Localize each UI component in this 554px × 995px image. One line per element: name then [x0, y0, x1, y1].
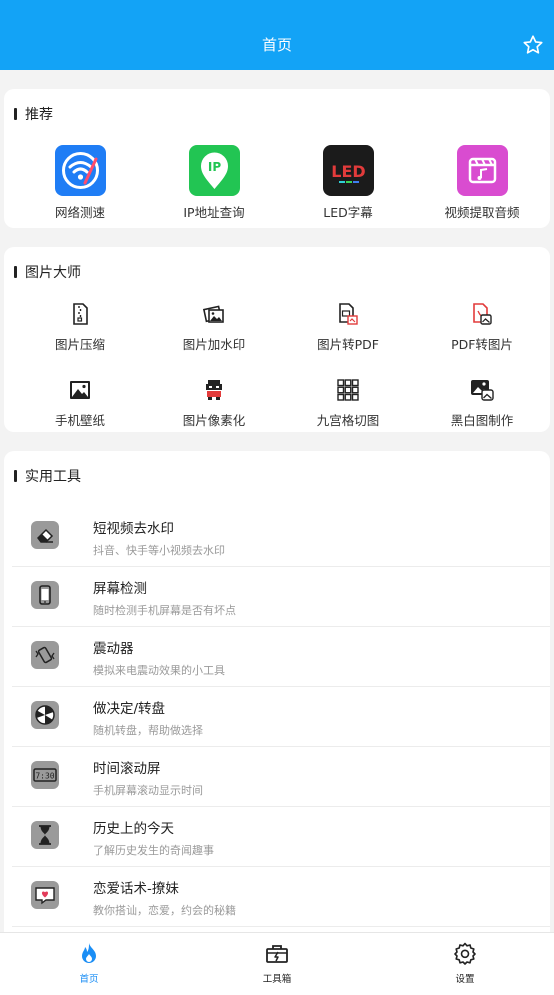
- tool-row-history-today[interactable]: 历史上的今天 了解历史发生的奇闻趣事: [12, 807, 550, 867]
- grid-item-speed-test[interactable]: 网络测速: [15, 145, 145, 221]
- tool-row-remove-watermark[interactable]: 短视频去水印 抖音、快手等小视频去水印: [12, 507, 550, 567]
- led-badge-text: LED: [331, 162, 365, 181]
- eraser-icon: [31, 521, 59, 549]
- recommend-card: 推荐 网络测速 IP IP地址查询 LED LED字幕 视频提取音频: [4, 89, 550, 228]
- grid-item-pixelate[interactable]: 图片像素化: [149, 378, 279, 429]
- image-master-card: 图片大师 图片压缩 图片加水印 图片转PDF PDF转图片 手机壁纸 图片像素化…: [4, 247, 550, 432]
- wheel-icon: [31, 701, 59, 729]
- hourglass-icon: [31, 821, 59, 849]
- tool-row-decision-wheel[interactable]: 做决定/转盘 随机转盘，帮助做选择: [12, 687, 550, 747]
- page-title: 首页: [261, 36, 292, 54]
- section-marker: [14, 470, 17, 482]
- grid-nine-icon: [337, 379, 359, 401]
- section-marker: [14, 266, 17, 278]
- pixel-icon: [206, 380, 222, 400]
- grid-item-led[interactable]: LED LED字幕: [283, 145, 413, 221]
- tools-section-title: 实用工具: [14, 466, 81, 486]
- phone-screen-icon: [31, 581, 59, 609]
- led-icon: LED: [322, 145, 374, 196]
- tool-row-love-talk[interactable]: 恋爱话术-撩妹 教你搭讪，恋爱，约会的秘籍: [12, 867, 550, 927]
- bottom-nav: 首页 工具箱 设置: [0, 932, 554, 995]
- grid-item-watermark[interactable]: 图片加水印: [149, 302, 279, 353]
- toolbox-icon: [266, 945, 288, 963]
- wifi-speed-icon: [54, 145, 106, 196]
- video-audio-icon: [456, 145, 508, 196]
- nav-item-settings[interactable]: 设置: [425, 941, 505, 985]
- flame-icon: [82, 943, 96, 963]
- nav-item-home[interactable]: 首页: [49, 941, 129, 985]
- ip-pin-icon: IP: [188, 145, 240, 196]
- tool-row-time-scroll[interactable]: 7:30 时间滚动屏 手机屏幕滚动显示时间: [12, 747, 550, 807]
- grid-item-black-white[interactable]: 黑白图制作: [417, 378, 547, 429]
- app-header: 首页: [0, 0, 554, 70]
- watermark-icon: [202, 305, 224, 323]
- vibrate-icon: [31, 641, 59, 669]
- gear-icon: [454, 942, 476, 965]
- file-zip-icon: [73, 303, 88, 325]
- image-master-section-title: 图片大师: [14, 262, 81, 282]
- grid-item-wallpaper[interactable]: 手机壁纸: [15, 378, 145, 429]
- pdf-to-image-icon: [473, 303, 492, 325]
- section-marker: [14, 108, 17, 120]
- tool-row-screen-test[interactable]: 屏幕检测 随时检测手机屏幕是否有坏点: [12, 567, 550, 627]
- grid-item-nine-grid[interactable]: 九宫格切图: [283, 378, 413, 429]
- grid-item-compress[interactable]: 图片压缩: [15, 302, 145, 353]
- grid-item-ip-lookup[interactable]: IP IP地址查询: [149, 145, 279, 221]
- tool-row-vibrator[interactable]: 震动器 模拟来电震动效果的小工具: [12, 627, 550, 687]
- grid-item-pdf-to-img[interactable]: PDF转图片: [417, 302, 547, 353]
- black-white-icon: [471, 380, 494, 401]
- clock-display-text: 7:30: [35, 772, 54, 781]
- wallpaper-icon: [70, 381, 90, 399]
- star-icon[interactable]: [522, 34, 544, 56]
- clock-display-icon: 7:30: [31, 761, 59, 789]
- recommend-section-title: 推荐: [14, 104, 53, 124]
- nav-item-toolbox[interactable]: 工具箱: [237, 941, 317, 985]
- ip-badge-text: IP: [207, 160, 220, 174]
- love-chat-icon: [31, 881, 59, 909]
- grid-item-img-to-pdf[interactable]: 图片转PDF: [283, 302, 413, 353]
- image-to-pdf-icon: [339, 303, 358, 325]
- grid-item-video-audio[interactable]: 视频提取音频: [417, 145, 547, 221]
